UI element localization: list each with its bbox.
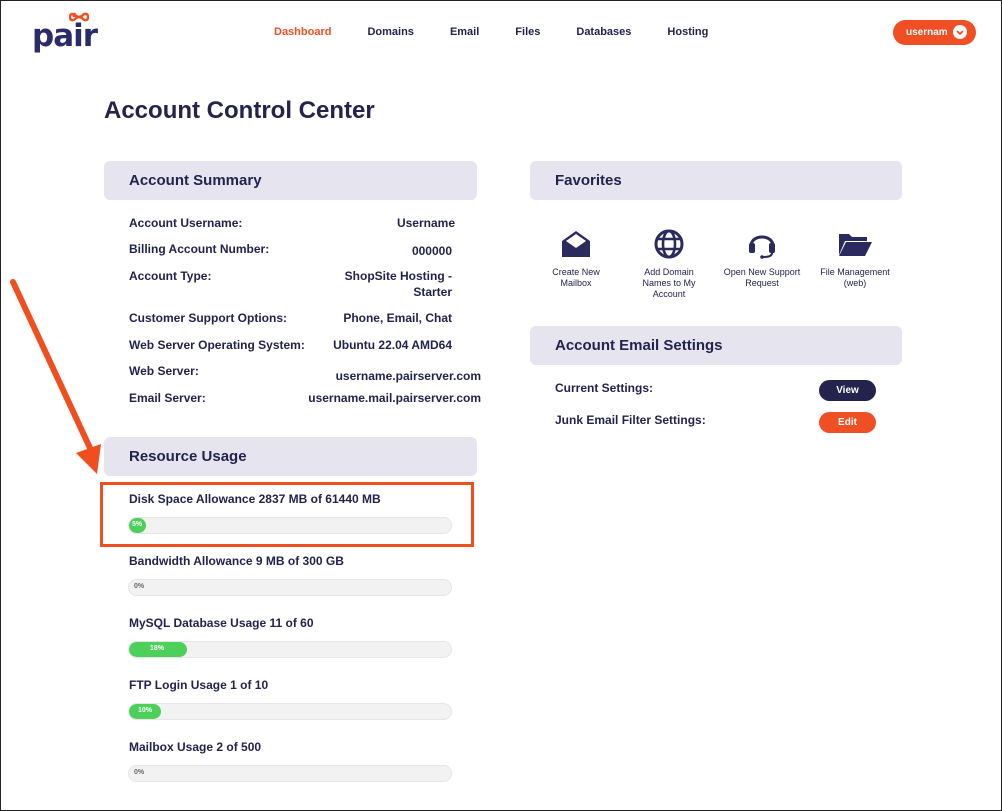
annotation-arrow-icon	[10, 279, 101, 474]
